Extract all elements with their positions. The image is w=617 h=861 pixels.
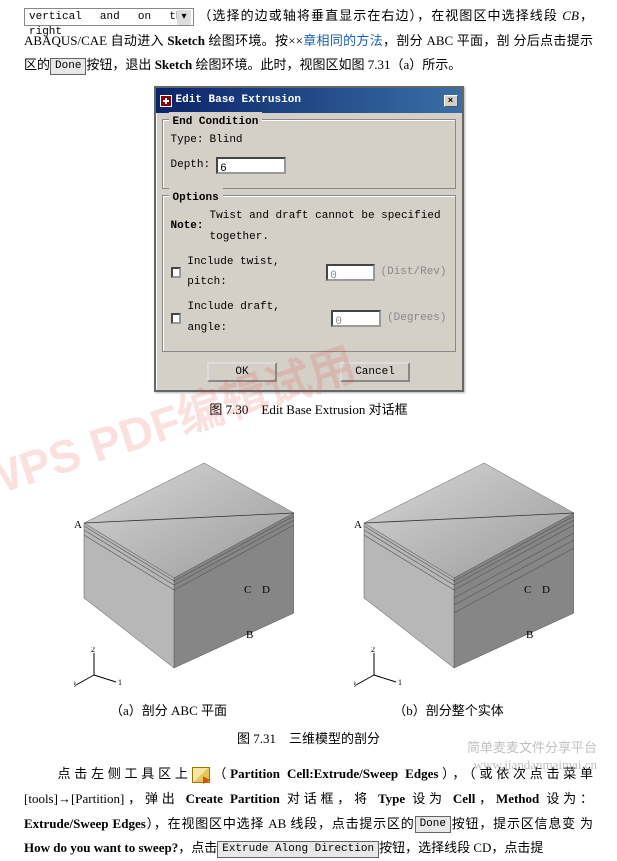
end-condition-group: End Condition Type: Blind Depth: 6: [162, 119, 456, 189]
svg-text:1: 1: [398, 678, 402, 687]
partition-tool-icon[interactable]: [192, 767, 210, 783]
depth-input[interactable]: 6: [216, 157, 286, 174]
text: 对话框，将: [280, 791, 378, 806]
paragraph-1: vertical and on the right （选择的边或轴将垂直显示在右…: [24, 4, 593, 78]
type-value: Blind: [210, 130, 243, 151]
twist-checkbox[interactable]: [171, 267, 182, 278]
dialog-buttons: OK Cancel: [156, 358, 462, 390]
note-text: Twist and draft cannot be specified toge…: [210, 206, 447, 248]
svg-text:2: 2: [91, 647, 95, 654]
text: ），（或依次点击菜单: [438, 766, 593, 781]
label-c: C: [244, 584, 251, 596]
subcaption-b: （b）剖分整个实体: [324, 699, 574, 724]
segment-cb: CB: [562, 8, 579, 23]
axis-indicator-b: 2 1 3: [354, 647, 404, 687]
draft-input: 0: [331, 310, 381, 327]
subcaption-a: （a）剖分 ABC 平面: [44, 699, 294, 724]
cell-bold: Cell: [453, 791, 475, 806]
type-label: Type:: [171, 130, 204, 151]
svg-text:D: D: [542, 584, 550, 596]
text: 按钮，提示区信息变: [451, 816, 576, 831]
group-title-1: End Condition: [169, 112, 263, 133]
text: （选择的边或轴将垂直显示在右边），在视图区中选择线段: [198, 8, 558, 23]
partition-cell-bold: Partition Cell:Extrude/Sweep Edges: [230, 766, 438, 781]
twist-unit: (Dist/Rev): [381, 262, 447, 283]
type-bold: Type: [378, 791, 405, 806]
done-button-inline-1[interactable]: Done: [50, 58, 86, 75]
text: ），在视图区中选择 AB 线段，点击提示区的: [146, 816, 415, 831]
text: 设为: [405, 791, 453, 806]
text: 绘图环境。此时，视图区如图 7.31（a）所示。: [192, 57, 461, 72]
text: 按钮，选择线段 CD，点击提: [379, 840, 543, 855]
caption-7-30: 图 7.30 Edit Base Extrusion 对话框: [24, 398, 593, 423]
text: 绘图环境。按××: [205, 33, 303, 48]
close-icon[interactable]: ×: [444, 95, 458, 107]
svg-text:3: 3: [74, 680, 76, 687]
svg-text:A: A: [354, 519, 362, 531]
twist-input: 0: [326, 264, 374, 281]
extrude-direction-button[interactable]: Extrude Along Direction: [217, 841, 379, 858]
sketch-word-2: Sketch: [155, 57, 193, 72]
edit-base-extrusion-dialog: Edit Base Extrusion × End Condition Type…: [154, 86, 464, 392]
axis-dropdown[interactable]: vertical and on the right: [24, 8, 194, 26]
dialog-figure: Edit Base Extrusion × End Condition Type…: [154, 86, 464, 392]
draft-label: Include draft, angle:: [187, 297, 325, 339]
dialog-icon: [160, 95, 172, 107]
ok-button[interactable]: OK: [207, 362, 277, 382]
svg-text:3: 3: [354, 680, 356, 687]
draft-checkbox[interactable]: [171, 313, 182, 324]
depth-label: Depth:: [171, 155, 211, 176]
figure-7-31: A B C D 2 1 3 （a）剖分 ABC 平面: [24, 433, 593, 724]
label-b: B: [246, 629, 253, 641]
axis-indicator-a: 2 1 3: [74, 647, 124, 687]
twist-label: Include twist, pitch:: [187, 252, 320, 294]
paragraph-2: 点击左侧工具区上 （Partition Cell:Extrude/Sweep Ed…: [24, 762, 593, 861]
how-sweep-bold: How do you want to sweep?: [24, 840, 178, 855]
svg-text:2: 2: [371, 647, 375, 654]
svg-text:1: 1: [118, 678, 122, 687]
text: （: [210, 766, 231, 781]
svg-text:C: C: [524, 584, 531, 596]
text: 按钮，退出: [86, 57, 154, 72]
draft-unit: (Degrees): [387, 308, 446, 329]
chapter-link[interactable]: 章相同的方法: [303, 33, 383, 48]
sketch-word: Sketch: [167, 33, 205, 48]
extrude-sweep-bold: Extrude/Sweep Edges: [24, 816, 146, 831]
dialog-titlebar: Edit Base Extrusion ×: [156, 88, 462, 113]
text: ，点击: [178, 840, 217, 855]
label-d: D: [262, 584, 270, 596]
subfig-a: A B C D 2 1 3 （a）剖分 ABC 平面: [44, 433, 294, 724]
text: ，: [475, 791, 496, 806]
label-a: A: [74, 519, 82, 531]
cancel-button[interactable]: Cancel: [340, 362, 410, 382]
method-bold: Method: [496, 791, 539, 806]
options-group: Options Note: Twist and draft cannot be …: [162, 195, 456, 352]
note-label: Note:: [171, 216, 204, 237]
done-button-inline-2[interactable]: Done: [415, 816, 451, 833]
text: 为: [580, 816, 593, 831]
svg-text:B: B: [526, 629, 533, 641]
dialog-title: Edit Base Extrusion: [176, 90, 301, 111]
group-title-2: Options: [169, 188, 223, 209]
subfig-b: A B C D 2 1 3 （b）剖分整个实体: [324, 433, 574, 724]
text: 点击左侧工具区上: [24, 766, 192, 781]
text: 设为：: [539, 791, 593, 806]
text: ，剖分 ABC 平面，剖: [383, 33, 510, 48]
caption-7-31: 图 7.31 三维模型的剖分: [24, 727, 593, 752]
create-partition-bold: Create Partition: [186, 791, 280, 806]
text: [tools]→[Partition]，弹出: [24, 791, 186, 806]
